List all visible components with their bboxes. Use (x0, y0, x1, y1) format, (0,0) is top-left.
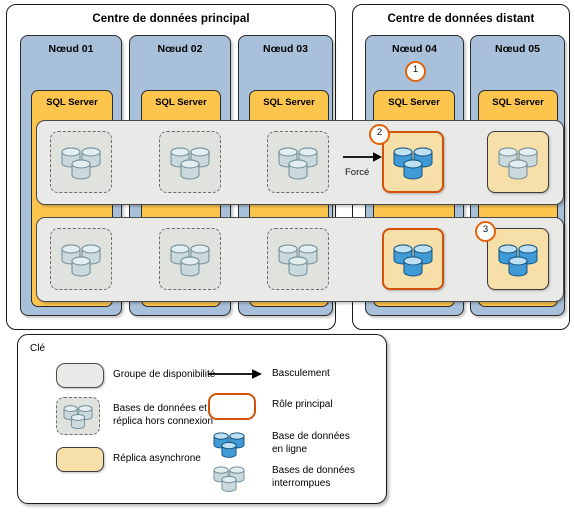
legend-swatch-database-online (208, 429, 250, 459)
legend-swatch-database-suspended (208, 463, 250, 493)
callout-2: 2 (369, 124, 390, 145)
failover-arrow (343, 150, 383, 164)
callout-2-label: 2 (376, 127, 383, 138)
database-suspended-icon (61, 147, 101, 180)
database-suspended-icon (213, 466, 245, 492)
legend-label-offline-replica: Bases de données et réplica hors connexi… (113, 403, 214, 427)
node-03-title: Nœud 03 (263, 43, 308, 55)
replica-node-05-row-1 (487, 131, 549, 193)
datacenter-primary-title: Centre de données principal (92, 13, 250, 25)
database-online-icon (213, 432, 245, 458)
callout-3: 3 (475, 221, 496, 242)
replica-node-01-row-2 (50, 228, 112, 290)
legend-label-database-suspended: Bases de données interrompues (272, 465, 355, 489)
arrow-right-icon (343, 152, 382, 162)
legend-swatch-offline-replica (56, 397, 100, 435)
replica-node-03-row-2 (267, 228, 329, 290)
legend-swatch-availability-group (56, 363, 104, 388)
node-04-title: Nœud 04 (392, 43, 437, 55)
database-suspended-icon (63, 405, 93, 429)
replica-node-02-row-2 (159, 228, 221, 290)
callout-1: 1 (405, 61, 426, 82)
legend-swatch-failover (208, 367, 263, 381)
sql-server-node-05-label: SQL Server (492, 97, 544, 108)
replica-node-01-row-1 (50, 131, 112, 193)
sql-server-node-03-label: SQL Server (263, 97, 315, 108)
database-suspended-icon (170, 147, 210, 180)
legend-label-database-online: Base de données en ligne (272, 431, 350, 455)
legend-swatch-primary-role (208, 393, 256, 420)
replica-node-04-row-1 (382, 131, 444, 193)
database-suspended-icon (61, 244, 101, 277)
sql-server-node-04-label: SQL Server (388, 97, 440, 108)
node-02-title: Nœud 02 (157, 43, 203, 55)
diagram-canvas: Centre de données principal Centre de do… (0, 0, 575, 520)
callout-1-label: 1 (412, 64, 419, 75)
database-suspended-icon (278, 244, 318, 277)
database-online-icon (498, 244, 538, 277)
legend-swatch-async-replica (56, 447, 104, 472)
replica-node-03-row-1 (267, 131, 329, 193)
database-online-icon (393, 147, 433, 180)
sql-server-node-01-label: SQL Server (46, 97, 98, 108)
legend-panel: Clé Groupe de disponibilité Bases de don… (17, 334, 387, 504)
sql-server-node-02-label: SQL Server (155, 97, 207, 108)
database-suspended-icon (170, 244, 210, 277)
legend-label-primary-role: Rôle principal (272, 399, 333, 410)
legend-label-async-replica: Réplica asynchrone (113, 453, 201, 464)
replica-node-05-row-2 (487, 228, 549, 290)
arrow-right-icon (208, 369, 262, 379)
legend-label-availability-group: Groupe de disponibilité (113, 369, 216, 380)
failover-arrow-label: Forcé (345, 167, 370, 178)
legend-label-failover: Basculement (272, 368, 330, 379)
node-01-title: Nœud 01 (48, 43, 94, 55)
node-05-title: Nœud 05 (495, 43, 540, 55)
replica-node-04-row-2 (382, 228, 444, 290)
callout-3-label: 3 (482, 224, 489, 235)
legend-title: Clé (30, 343, 46, 354)
database-suspended-icon (498, 147, 538, 180)
replica-node-02-row-1 (159, 131, 221, 193)
datacenter-remote-title: Centre de données distant (387, 13, 535, 25)
database-suspended-icon (278, 147, 318, 180)
database-online-icon (393, 244, 433, 277)
